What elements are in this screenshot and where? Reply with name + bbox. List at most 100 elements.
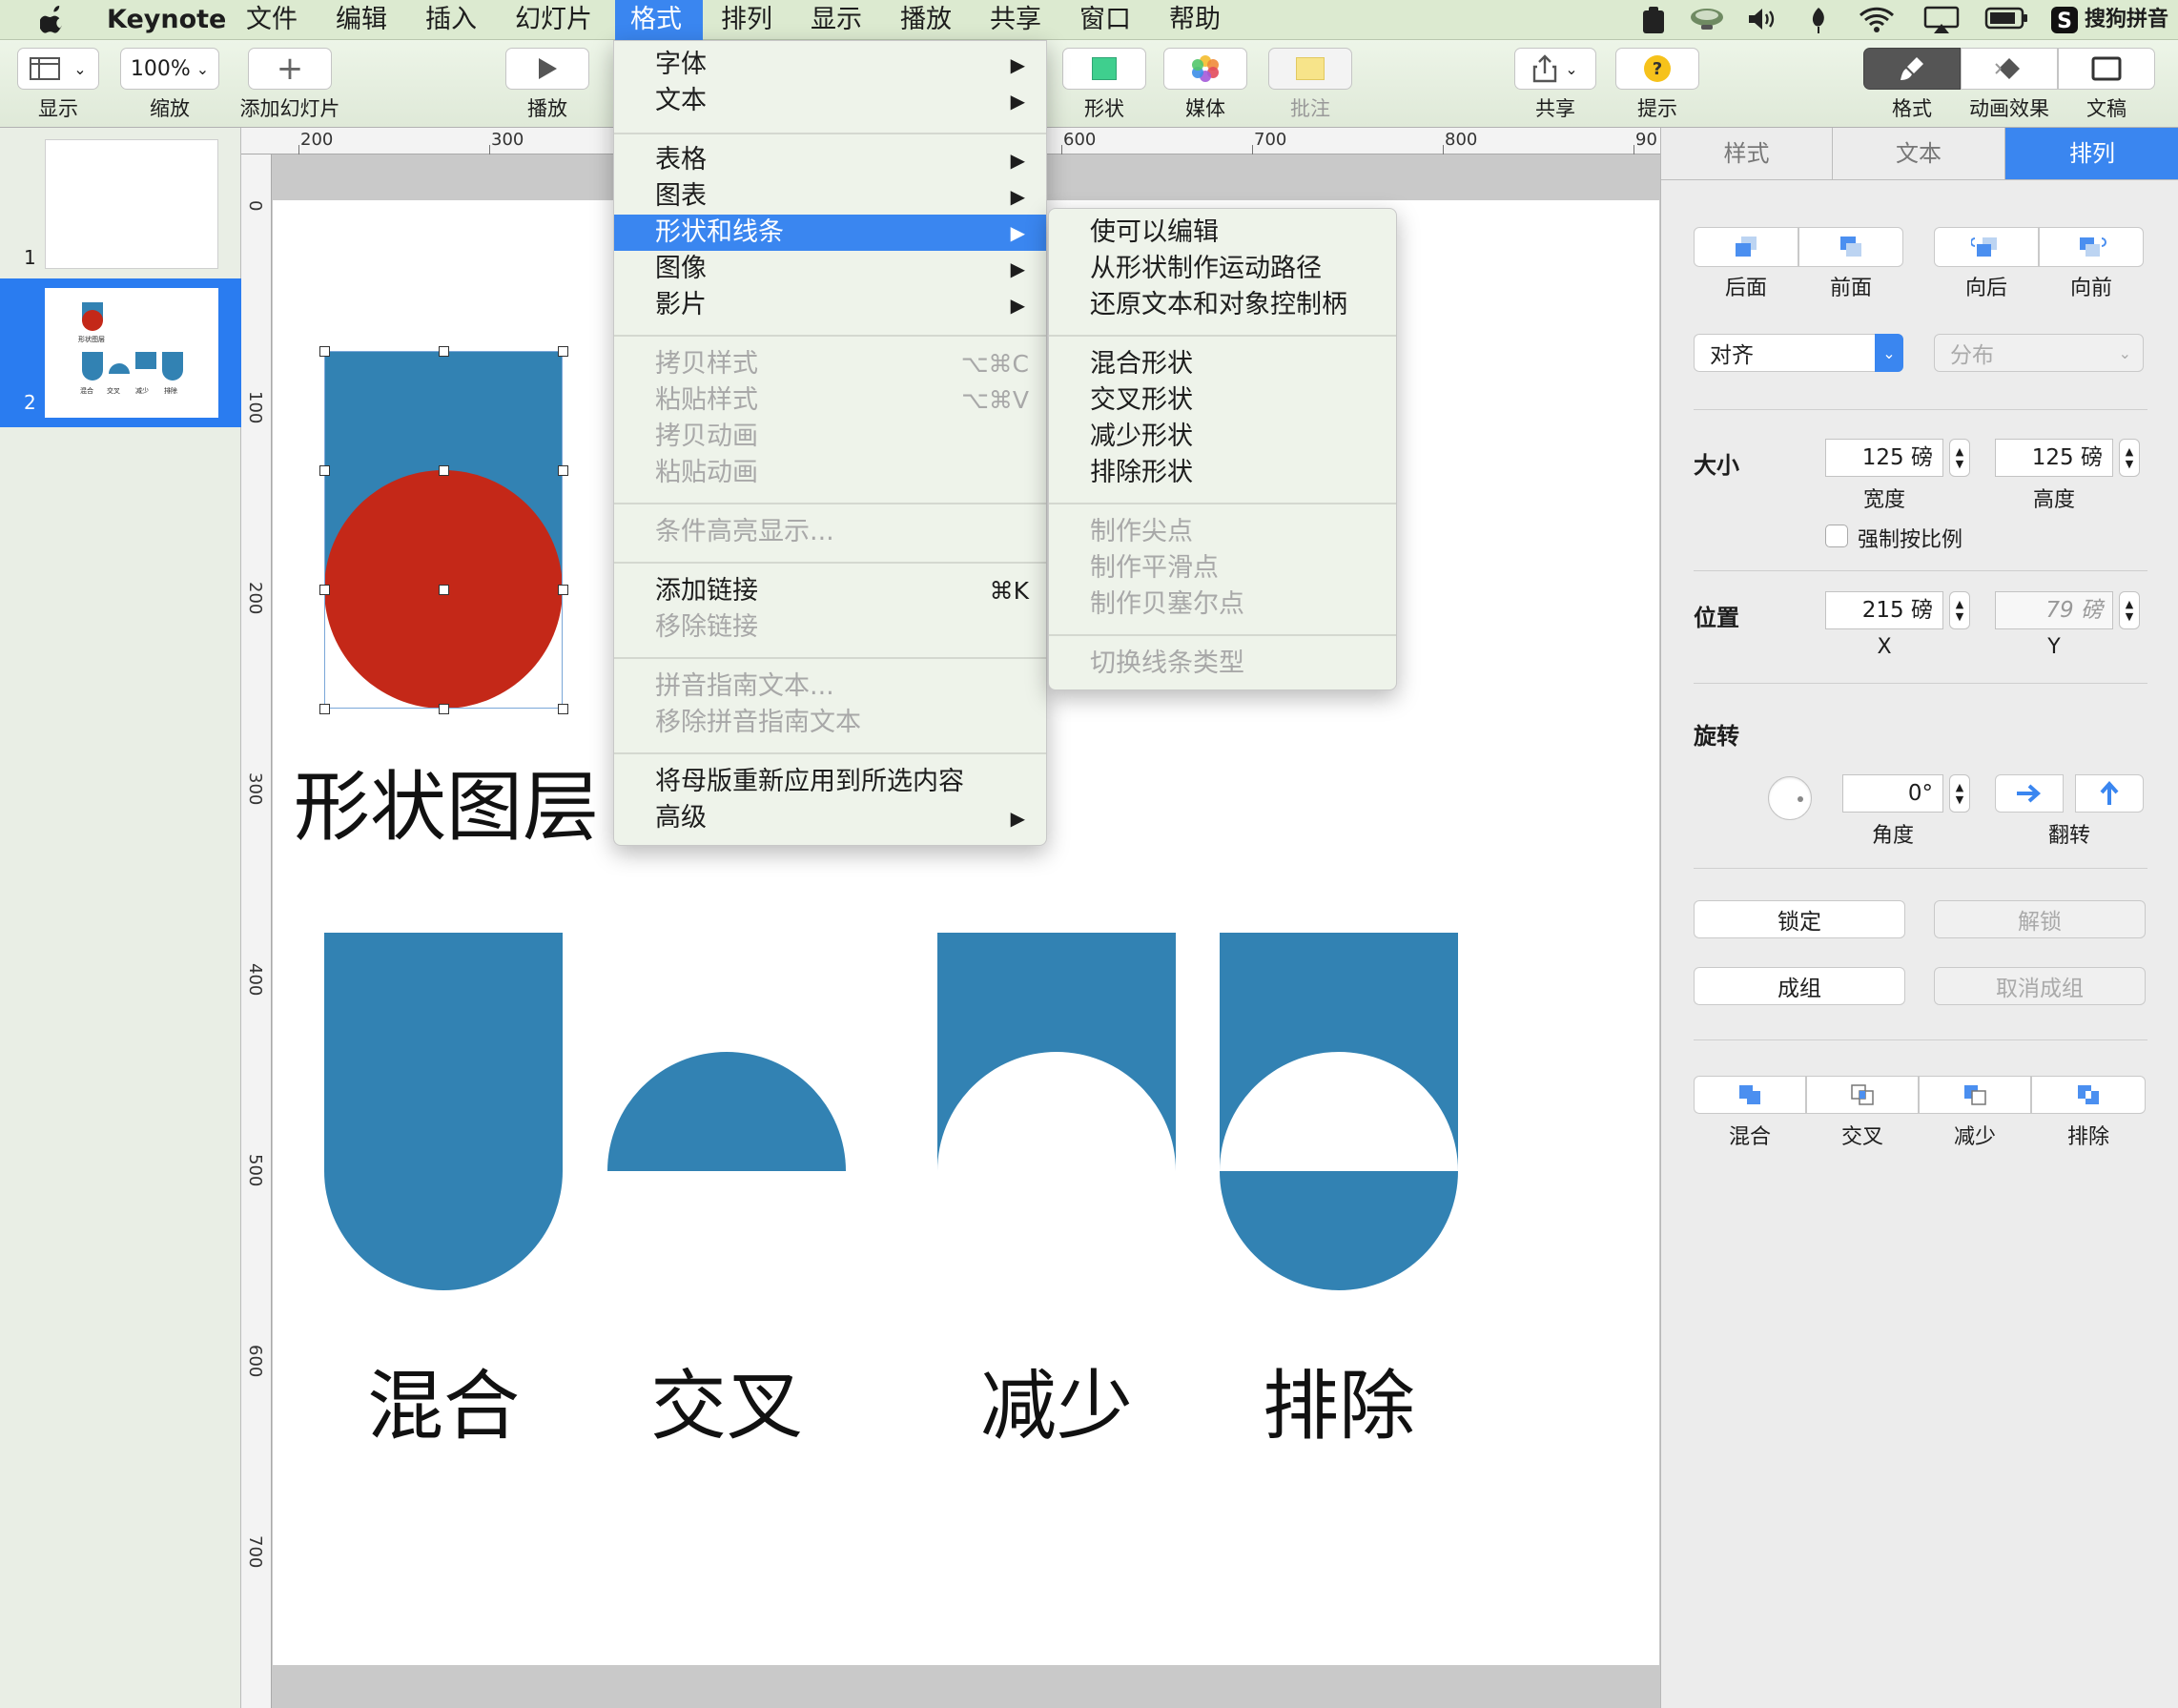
menu-window[interactable]: 窗口 [1064, 0, 1146, 40]
rotate-wheel[interactable] [1768, 776, 1812, 820]
menu-format[interactable]: 格式 [615, 0, 703, 40]
airplay-icon[interactable] [1922, 6, 1961, 34]
menu-item-movie[interactable]: 影片 ▶ [614, 287, 1046, 323]
lock-button[interactable]: 锁定 [1694, 900, 1905, 938]
zoom-select[interactable]: 100% ⌄ [120, 48, 219, 90]
resize-handle[interactable] [319, 704, 330, 714]
resize-handle[interactable] [558, 465, 568, 476]
menu-item-advanced[interactable]: 高级 ▶ [614, 800, 1046, 836]
menu-slide[interactable]: 幻灯片 [500, 0, 607, 40]
shape-button[interactable] [1062, 48, 1146, 90]
send-to-back-button[interactable] [1694, 227, 1798, 267]
y-field[interactable]: 79 磅 [1995, 591, 2113, 629]
tab-arrange[interactable]: 排列 [2005, 128, 2178, 180]
exclude-button[interactable] [2031, 1076, 2146, 1114]
menu-share[interactable]: 共享 [975, 0, 1057, 40]
menu-item-chart[interactable]: 图表 ▶ [614, 178, 1046, 215]
bowl-icon[interactable] [1688, 6, 1726, 34]
menu-item-paste-style[interactable]: 粘贴样式 ⌥⌘V [614, 382, 1046, 419]
volume-icon[interactable] [1745, 6, 1779, 34]
menu-file[interactable]: 文件 [231, 0, 313, 40]
width-field[interactable]: 125 磅 [1825, 439, 1943, 477]
menu-item-remove-ruby-text[interactable]: 移除拼音指南文本 [614, 705, 1046, 741]
menu-item-conditional-highlight[interactable]: 条件高亮显示... [614, 514, 1046, 550]
resize-handle[interactable] [439, 585, 449, 595]
x-stepper[interactable]: ▲ ▼ [1949, 591, 1970, 629]
label-intersect[interactable]: 交叉 [607, 1345, 846, 1455]
resize-handle[interactable] [439, 465, 449, 476]
menu-item-table[interactable]: 表格 ▶ [614, 142, 1046, 178]
resize-handle[interactable] [558, 346, 568, 357]
angle-field[interactable]: 0° [1842, 774, 1943, 813]
submenu-item-motion-path[interactable]: 从形状制作运动路径 [1049, 251, 1396, 287]
wifi-icon[interactable] [1858, 6, 1896, 34]
resize-handle[interactable] [558, 704, 568, 714]
menu-item-shapes-and-lines[interactable]: 形状和线条 ▶ [614, 215, 1046, 251]
submenu-item-exclude[interactable]: 排除形状 [1049, 455, 1396, 491]
menu-item-text[interactable]: 文本 ▶ [614, 83, 1046, 119]
y-stepper[interactable]: ▲ ▼ [2119, 591, 2140, 629]
animate-inspector-button[interactable] [1961, 48, 2058, 90]
menu-item-paste-animation[interactable]: 粘贴动画 [614, 455, 1046, 491]
menu-insert[interactable]: 插入 [410, 0, 492, 40]
play-button[interactable] [505, 48, 589, 90]
format-inspector-button[interactable] [1863, 48, 1961, 90]
submenu-item-subtract[interactable]: 减少形状 [1049, 419, 1396, 455]
submenu-item-sharp-point[interactable]: 制作尖点 [1049, 514, 1396, 550]
group-button[interactable]: 成组 [1694, 967, 1905, 1005]
submenu-item-restore-handles[interactable]: 还原文本和对象控制柄 [1049, 287, 1396, 323]
angle-stepper[interactable]: ▲ ▼ [1949, 774, 1970, 813]
subtract-shape[interactable] [937, 933, 1176, 1171]
unlock-button[interactable]: 解锁 [1934, 900, 2146, 938]
width-stepper[interactable]: ▲ ▼ [1949, 439, 1970, 477]
menu-edit[interactable]: 编辑 [320, 0, 402, 40]
menu-item-ruby-text[interactable]: 拼音指南文本... [614, 669, 1046, 705]
slide-title[interactable]: 形状图层 [294, 746, 599, 856]
menu-item-remove-link[interactable]: 移除链接 [614, 609, 1046, 646]
flip-horizontal-button[interactable] [1995, 774, 2064, 813]
ungroup-button[interactable]: 取消成组 [1934, 967, 2146, 1005]
menu-help[interactable]: 帮助 [1154, 0, 1236, 40]
submenu-item-intersect[interactable]: 交叉形状 [1049, 382, 1396, 419]
menu-item-reapply-master[interactable]: 将母版重新应用到所选内容 [614, 764, 1046, 800]
add-slide-button[interactable]: + [248, 48, 332, 90]
menu-item-copy-animation[interactable]: 拷贝动画 [614, 419, 1046, 455]
height-field[interactable]: 125 磅 [1995, 439, 2113, 477]
menu-item-image[interactable]: 图像 ▶ [614, 251, 1046, 287]
submenu-item-toggle-line-type[interactable]: 切换线条类型 [1049, 646, 1396, 682]
bring-forward-button[interactable] [2039, 227, 2144, 267]
menu-item-add-link[interactable]: 添加链接 ⌘K [614, 573, 1046, 609]
flip-vertical-button[interactable] [2075, 774, 2144, 813]
resize-handle[interactable] [319, 346, 330, 357]
share-button[interactable]: ⌄ [1514, 48, 1596, 90]
menu-play[interactable]: 播放 [885, 0, 967, 40]
distribute-select[interactable]: 分布 ⌄ [1934, 334, 2144, 372]
submenu-item-unite[interactable]: 混合形状 [1049, 346, 1396, 382]
resize-handle[interactable] [558, 585, 568, 595]
document-inspector-button[interactable] [2058, 48, 2155, 90]
constrain-proportions-checkbox[interactable] [1825, 525, 1848, 547]
menu-keynote[interactable]: Keynote [92, 0, 241, 40]
slide-thumbnail-1[interactable] [45, 139, 218, 269]
intersect-shape[interactable] [607, 1052, 846, 1171]
resize-handle[interactable] [439, 704, 449, 714]
input-method-label[interactable]: 搜狗拼音 [2085, 6, 2168, 34]
subtract-button[interactable] [1919, 1076, 2031, 1114]
battery-icon[interactable] [1983, 6, 2029, 34]
sogou-input-icon[interactable]: S [2050, 6, 2079, 34]
height-stepper[interactable]: ▲ ▼ [2119, 439, 2140, 477]
resize-handle[interactable] [319, 465, 330, 476]
clipboard-icon[interactable] [1638, 6, 1669, 34]
selected-slide-row[interactable]: 2 形状图层 混合 交叉 减少 排除 [0, 278, 241, 427]
label-union[interactable]: 混合 [324, 1345, 563, 1455]
exclude-shape[interactable] [1220, 933, 1458, 1290]
x-field[interactable]: 215 磅 [1825, 591, 1943, 629]
slide-thumbnail-2[interactable]: 形状图层 混合 交叉 减少 排除 [45, 288, 218, 418]
resize-handle[interactable] [439, 346, 449, 357]
view-button[interactable]: ⌄ [17, 48, 99, 90]
menu-item-copy-style[interactable]: 拷贝样式 ⌥⌘C [614, 346, 1046, 382]
media-button[interactable] [1163, 48, 1247, 90]
menu-item-font[interactable]: 字体 ▶ [614, 47, 1046, 83]
menu-view[interactable]: 显示 [795, 0, 877, 40]
align-select[interactable]: 对齐 ⌄ [1694, 334, 1903, 372]
